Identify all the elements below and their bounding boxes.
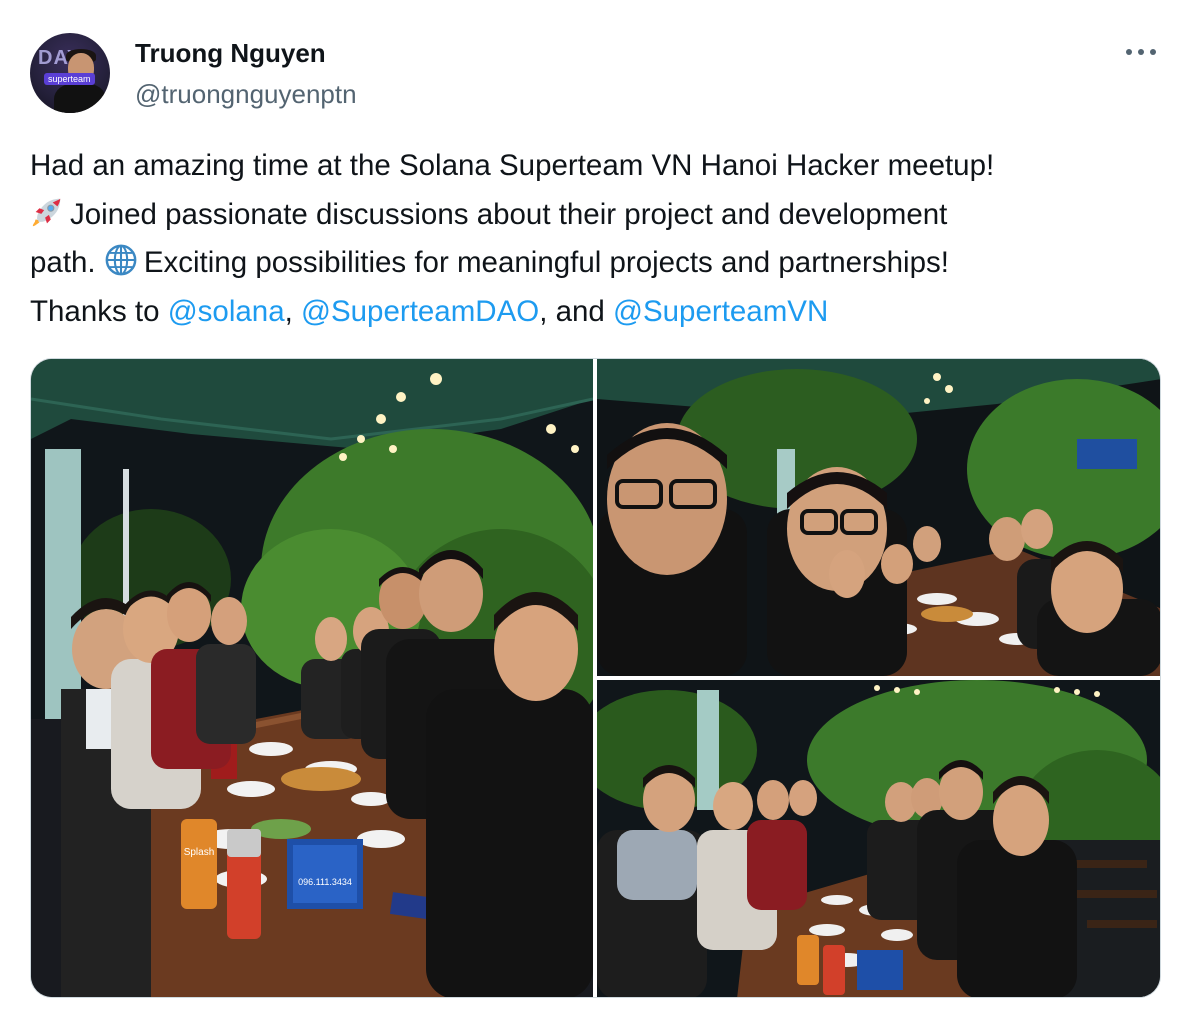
more-dot-icon [1126,49,1132,55]
more-dot-icon [1150,49,1156,55]
author-avatar[interactable]: DAY superteam [30,33,110,113]
post-line-2: Joined passionate discussions about thei… [30,191,1165,240]
post-line-3: path. Exciting possibilities for meaning… [30,239,1165,288]
media-grid: 096.111.3434 Splash [30,358,1161,998]
author-handle[interactable]: @truongnguyenptn [135,79,357,110]
mention-superteamvn-link[interactable]: @SuperteamVN [613,295,828,328]
mention-superteamdao-link[interactable]: @SuperteamDAO [301,295,539,328]
post-text: Had an amazing time at the Solana Supert… [30,142,1165,336]
tweet-card: DAY superteam Truong Nguyen @truongnguye… [0,0,1190,1014]
avatar-body [54,83,106,113]
post-line-4: Thanks to @solana, @SuperteamDAO, and @S… [30,294,829,328]
photo-napkin-phone: 096.111.3434 [298,877,352,887]
photo-2[interactable] [597,359,1160,676]
avatar-tag: superteam [44,73,95,85]
mention-solana-link[interactable]: @solana [168,295,285,328]
photo-drink-label: Splash [184,847,215,858]
more-options-button[interactable] [1126,40,1156,64]
post-line-1: Had an amazing time at the Solana Supert… [30,149,995,182]
globe-emoji-icon [105,244,137,276]
photo-3[interactable] [597,680,1160,997]
rocket-emoji-icon [32,198,61,226]
more-dot-icon [1138,49,1144,55]
author-name[interactable]: Truong Nguyen [135,38,326,69]
photo-1[interactable]: 096.111.3434 Splash [31,359,593,997]
